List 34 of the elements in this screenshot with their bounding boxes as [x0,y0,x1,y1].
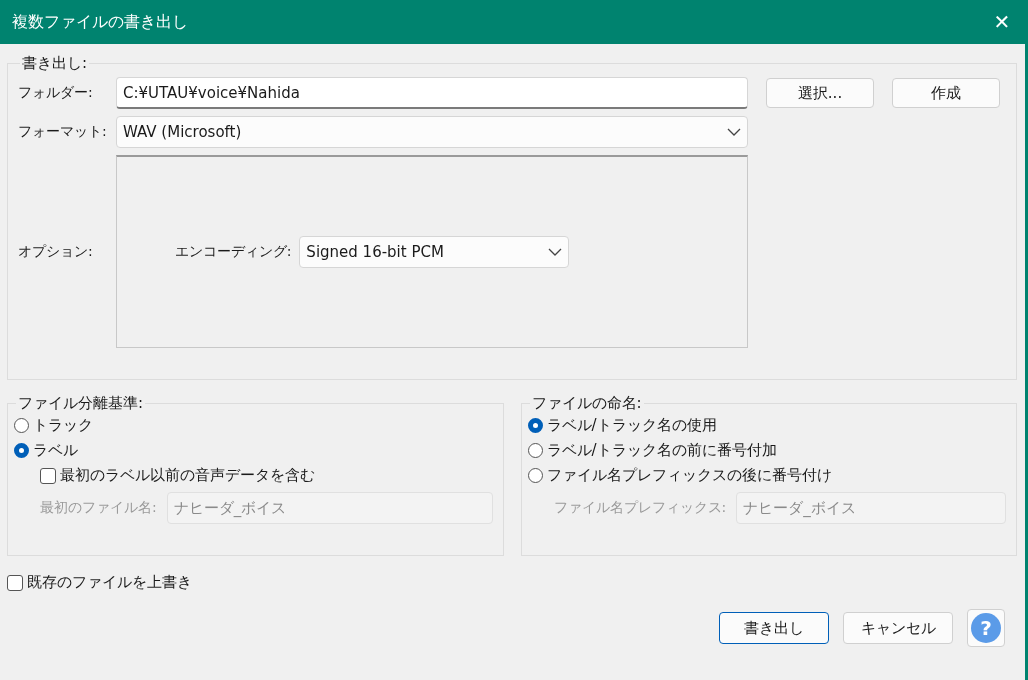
prefix-label: ファイル名プレフィックス: [553,499,727,517]
radio-icon[interactable] [14,443,29,458]
radio-icon[interactable] [527,418,543,433]
folder-action-button[interactable]: 作成 [892,78,1000,108]
format-label: フォーマット: [18,123,108,141]
radio-option[interactable]: トラック [14,413,493,438]
cancel-button[interactable]: キャンセル [843,612,953,644]
radio-option[interactable]: ラベル/トラック名の使用 [527,413,1006,438]
radio-icon[interactable] [14,418,29,433]
group-title: 書き出し: [21,54,89,73]
group-title: ファイルの命名: [530,394,643,413]
close-button[interactable]: ✕ [979,0,1025,44]
radio-icon[interactable] [527,468,543,483]
encoding-label: エンコーディング: [174,243,292,261]
checkbox[interactable] [7,574,23,591]
group-title: ファイル分離基準: [17,394,145,413]
radio-option[interactable]: ラベル/トラック名の前に番号付加 [527,438,1006,463]
radio-icon[interactable] [527,443,543,458]
checkbox-option[interactable]: 最初のラベル以前の音声データを含む [14,463,493,488]
chevron-down-icon [548,248,563,256]
folder-action-button[interactable]: 選択... [766,78,874,108]
folder-input-field[interactable]: C:¥UTAU¥voice¥Nahida [116,77,748,109]
encoding-dropdown[interactable]: Signed 16-bit PCM [299,236,570,268]
radio-option[interactable]: ファイル名プレフィックスの後に番号付け [527,463,1006,488]
export-button[interactable]: 書き出し [719,612,829,644]
format-dropdown[interactable]: WAV (Microsoft) [116,116,748,148]
window-title: 複数ファイルの書き出し [12,11,188,33]
options-label: オプション: [18,242,94,261]
chevron-down-icon [727,128,741,136]
checkbox[interactable] [40,467,56,484]
radio-option[interactable]: ラベル [14,438,493,463]
checkbox-option[interactable]: 既存のファイルを上書き [7,570,1017,595]
first-file-name-label: 最初のファイル名: [40,499,157,517]
folder-label: フォルダー: [18,84,94,102]
